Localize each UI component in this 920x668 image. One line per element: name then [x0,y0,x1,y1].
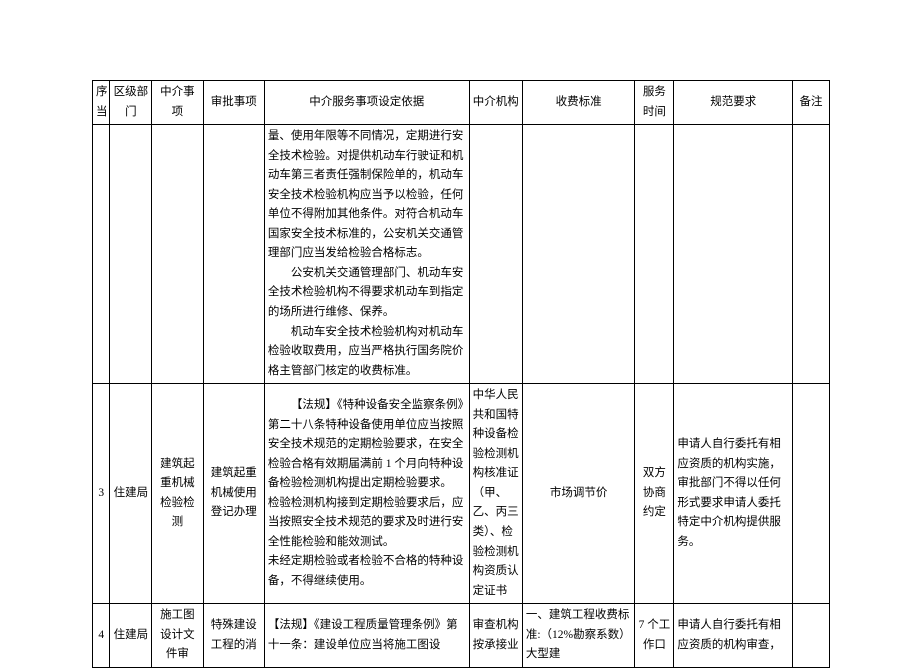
cell-note [793,604,830,668]
table-row: 3 住建局 建筑起重机械检验检测 建筑起重机械使用登记办理 【法规】《特种设备安… [93,384,830,604]
cell-basis: 【法规】《特种设备安全监察条例》第二十八条特种设备使用单位应当按照安全技术规范的… [264,384,469,604]
cell-basis: 量、使用年限等不同情况，定期进行安全技术检验。对提供机动车行驶证和机动车第三者责… [264,125,469,384]
cell-approval: 建筑起重机械使用登记办理 [203,384,264,604]
cell-approval: 特殊建设工程的消 [203,604,264,668]
hdr-fee: 收费标准 [522,81,635,125]
cell-note [793,125,830,384]
cell-svc: 施工图设计文件审 [152,604,203,668]
cell-seq: 4 [93,604,110,668]
cell-agency: 中华人民共和国特种设备检验检测机构核准证（甲、乙、丙三类）、检验检测机构资质认定… [469,384,522,604]
table-row: 量、使用年限等不同情况，定期进行安全技术检验。对提供机动车行驶证和机动车第三者责… [93,125,830,384]
cell-seq: 3 [93,384,110,604]
cell-approval [203,125,264,384]
cell-basis: 【法规】《建设工程质量管理条例》第十一条：建设单位应当将施工图设 [264,604,469,668]
cell-time [635,125,674,384]
cell-svc: 建筑起重机械检验检测 [152,384,203,604]
regulation-table: 序当 区级部门 中介事项 审批事项 中介服务事项设定依据 中介机构 收费标准 服… [92,80,830,668]
cell-dept: 住建局 [110,604,152,668]
hdr-time: 服务时间 [635,81,674,125]
cell-fee [522,125,635,384]
cell-fee: 市场调节价 [522,384,635,604]
cell-req [674,125,793,384]
basis-para: 未经定期检验或者检验不合格的特种设备，不得继续使用。 [268,552,466,591]
cell-time: 双方协商约定 [635,384,674,604]
cell-dept [110,125,152,384]
basis-para: 机动车安全技术检验机构对机动车检验收取费用，应当严格执行国务院价格主管部门核定的… [268,323,466,382]
cell-agency [469,125,522,384]
basis-para: 量、使用年限等不同情况，定期进行安全技术检验。对提供机动车行驶证和机动车第三者责… [268,127,466,264]
hdr-note: 备注 [793,81,830,125]
basis-para: 【法规】《特种设备安全监察条例》第二十八条特种设备使用单位应当按照安全技术规范的… [268,396,466,494]
hdr-dept: 区级部门 [110,81,152,125]
hdr-approval: 审批事项 [203,81,264,125]
cell-dept: 住建局 [110,384,152,604]
header-row: 序当 区级部门 中介事项 审批事项 中介服务事项设定依据 中介机构 收费标准 服… [93,81,830,125]
hdr-agency: 中介机构 [469,81,522,125]
cell-agency: 审查机构按承接业 [469,604,522,668]
cell-seq [93,125,110,384]
cell-req: 申请人自行委托有相应资质的机构审查， [674,604,793,668]
cell-svc [152,125,203,384]
cell-time: 7 个工作口 [635,604,674,668]
cell-req: 申请人自行委托有相应资质的机构实施，审批部门不得以任何形式要求申请人委托特定中介… [674,384,793,604]
table-row: 4 住建局 施工图设计文件审 特殊建设工程的消 【法规】《建设工程质量管理条例》… [93,604,830,668]
hdr-basis: 中介服务事项设定依据 [264,81,469,125]
basis-para: 公安机关交通管理部门、机动车安全技术检验机构不得要求机动车到指定的场所进行维修、… [268,264,466,323]
hdr-req: 规范要求 [674,81,793,125]
hdr-seq: 序当 [93,81,110,125]
cell-fee: 一、建筑工程收费标准:（12%勘察系数）大型建 [522,604,635,668]
basis-para: 检验检测机构接到定期检验要求后，应当按照安全技术规范的要求及时进行安全性能检验和… [268,494,466,553]
cell-note [793,384,830,604]
hdr-svc: 中介事项 [152,81,203,125]
